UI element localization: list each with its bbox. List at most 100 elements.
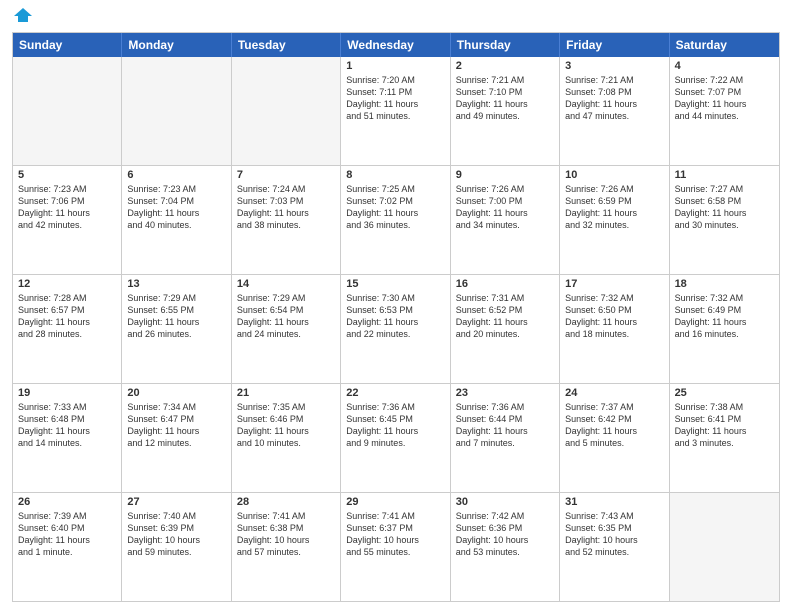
day-number: 5	[18, 169, 116, 181]
calendar-cell-0-1	[122, 57, 231, 165]
day-number: 31	[565, 496, 663, 508]
day-number: 2	[456, 60, 554, 72]
day-info-line-2: Daylight: 11 hours	[346, 317, 418, 327]
day-number: 12	[18, 278, 116, 290]
day-info-line-3: and 42 minutes.	[18, 220, 82, 230]
day-info-line-2: Daylight: 11 hours	[456, 99, 528, 109]
day-info-line-1: Sunset: 6:40 PM	[18, 523, 85, 533]
day-info-line-1: Sunset: 6:48 PM	[18, 414, 85, 424]
day-info-line-3: and 5 minutes.	[565, 438, 624, 448]
day-number: 18	[675, 278, 774, 290]
day-info: Sunrise: 7:23 AMSunset: 7:06 PMDaylight:…	[18, 183, 116, 232]
day-info-line-0: Sunrise: 7:29 AM	[127, 293, 196, 303]
header-day-tuesday: Tuesday	[232, 33, 341, 57]
day-info-line-3: and 18 minutes.	[565, 329, 629, 339]
header-day-wednesday: Wednesday	[341, 33, 450, 57]
calendar-cell-4-6	[670, 493, 779, 601]
day-info-line-2: Daylight: 11 hours	[18, 317, 90, 327]
day-info-line-3: and 49 minutes.	[456, 111, 520, 121]
calendar-cell-2-5: 17Sunrise: 7:32 AMSunset: 6:50 PMDayligh…	[560, 275, 669, 383]
day-info-line-3: and 53 minutes.	[456, 547, 520, 557]
day-number: 25	[675, 387, 774, 399]
day-info-line-2: Daylight: 10 hours	[456, 535, 529, 545]
day-info-line-1: Sunset: 7:02 PM	[346, 196, 413, 206]
day-info-line-0: Sunrise: 7:22 AM	[675, 75, 744, 85]
day-info-line-1: Sunset: 6:53 PM	[346, 305, 413, 315]
day-info-line-0: Sunrise: 7:37 AM	[565, 402, 634, 412]
day-info-line-1: Sunset: 6:57 PM	[18, 305, 85, 315]
day-info-line-3: and 3 minutes.	[675, 438, 734, 448]
day-info-line-0: Sunrise: 7:23 AM	[18, 184, 87, 194]
day-number: 13	[127, 278, 225, 290]
day-info-line-1: Sunset: 7:06 PM	[18, 196, 85, 206]
day-info-line-3: and 59 minutes.	[127, 547, 191, 557]
day-info-line-0: Sunrise: 7:33 AM	[18, 402, 87, 412]
day-number: 1	[346, 60, 444, 72]
day-info: Sunrise: 7:26 AMSunset: 7:00 PMDaylight:…	[456, 183, 554, 232]
day-info-line-0: Sunrise: 7:24 AM	[237, 184, 306, 194]
day-info-line-0: Sunrise: 7:40 AM	[127, 511, 196, 521]
day-info-line-2: Daylight: 10 hours	[237, 535, 310, 545]
day-number: 4	[675, 60, 774, 72]
day-info-line-1: Sunset: 6:54 PM	[237, 305, 304, 315]
day-info-line-1: Sunset: 6:47 PM	[127, 414, 194, 424]
day-info: Sunrise: 7:36 AMSunset: 6:45 PMDaylight:…	[346, 401, 444, 450]
day-info-line-3: and 38 minutes.	[237, 220, 301, 230]
calendar-cell-2-4: 16Sunrise: 7:31 AMSunset: 6:52 PMDayligh…	[451, 275, 560, 383]
day-info-line-2: Daylight: 10 hours	[565, 535, 638, 545]
day-info-line-0: Sunrise: 7:43 AM	[565, 511, 634, 521]
calendar-cell-2-1: 13Sunrise: 7:29 AMSunset: 6:55 PMDayligh…	[122, 275, 231, 383]
day-info-line-2: Daylight: 11 hours	[346, 426, 418, 436]
day-info-line-1: Sunset: 6:35 PM	[565, 523, 632, 533]
day-number: 29	[346, 496, 444, 508]
day-info: Sunrise: 7:27 AMSunset: 6:58 PMDaylight:…	[675, 183, 774, 232]
day-info-line-3: and 57 minutes.	[237, 547, 301, 557]
day-info-line-2: Daylight: 11 hours	[675, 99, 747, 109]
calendar-cell-3-0: 19Sunrise: 7:33 AMSunset: 6:48 PMDayligh…	[13, 384, 122, 492]
calendar-cell-0-6: 4Sunrise: 7:22 AMSunset: 7:07 PMDaylight…	[670, 57, 779, 165]
day-info-line-1: Sunset: 6:39 PM	[127, 523, 194, 533]
day-info-line-1: Sunset: 6:52 PM	[456, 305, 523, 315]
day-info-line-1: Sunset: 6:58 PM	[675, 196, 742, 206]
day-info-line-2: Daylight: 11 hours	[565, 99, 637, 109]
day-number: 26	[18, 496, 116, 508]
calendar-cell-2-2: 14Sunrise: 7:29 AMSunset: 6:54 PMDayligh…	[232, 275, 341, 383]
day-info: Sunrise: 7:20 AM Sunset: 7:11 PM Daylight:…	[346, 74, 444, 123]
day-number: 15	[346, 278, 444, 290]
day-number: 17	[565, 278, 663, 290]
day-info-line-0: Sunrise: 7:20 AM	[346, 75, 415, 85]
day-info-line-2: Daylight: 11 hours	[346, 99, 418, 109]
day-info-line-0: Sunrise: 7:30 AM	[346, 293, 415, 303]
day-info: Sunrise: 7:37 AMSunset: 6:42 PMDaylight:…	[565, 401, 663, 450]
day-info-line-0: Sunrise: 7:42 AM	[456, 511, 525, 521]
day-info: Sunrise: 7:34 AMSunset: 6:47 PMDaylight:…	[127, 401, 225, 450]
day-info-line-1: Sunset: 6:50 PM	[565, 305, 632, 315]
day-number: 11	[675, 169, 774, 181]
calendar-cell-0-5: 3Sunrise: 7:21 AMSunset: 7:08 PMDaylight…	[560, 57, 669, 165]
calendar-cell-1-3: 8Sunrise: 7:25 AMSunset: 7:02 PMDaylight…	[341, 166, 450, 274]
day-info-line-1: Sunset: 6:37 PM	[346, 523, 413, 533]
calendar-cell-4-1: 27Sunrise: 7:40 AMSunset: 6:39 PMDayligh…	[122, 493, 231, 601]
day-info: Sunrise: 7:29 AMSunset: 6:54 PMDaylight:…	[237, 292, 335, 341]
header	[12, 10, 780, 24]
day-info-line-3: and 12 minutes.	[127, 438, 191, 448]
day-info-line-3: and 26 minutes.	[127, 329, 191, 339]
day-info: Sunrise: 7:41 AMSunset: 6:38 PMDaylight:…	[237, 510, 335, 559]
day-info-line-1: Sunset: 7:11 PM	[346, 87, 412, 97]
calendar-cell-4-4: 30Sunrise: 7:42 AMSunset: 6:36 PMDayligh…	[451, 493, 560, 601]
day-info-line-0: Sunrise: 7:25 AM	[346, 184, 415, 194]
day-info-line-0: Sunrise: 7:41 AM	[346, 511, 415, 521]
day-info: Sunrise: 7:31 AMSunset: 6:52 PMDaylight:…	[456, 292, 554, 341]
calendar-cell-2-6: 18Sunrise: 7:32 AMSunset: 6:49 PMDayligh…	[670, 275, 779, 383]
calendar-cell-1-1: 6Sunrise: 7:23 AMSunset: 7:04 PMDaylight…	[122, 166, 231, 274]
header-day-thursday: Thursday	[451, 33, 560, 57]
day-info: Sunrise: 7:30 AM Sunset: 6:53 PM Daylight:…	[346, 292, 444, 341]
day-info-line-0: Sunrise: 7:34 AM	[127, 402, 196, 412]
day-info: Sunrise: 7:38 AMSunset: 6:41 PMDaylight:…	[675, 401, 774, 450]
calendar-body: 1 Sunrise: 7:20 AM Sunset: 7:11 PM Daylight…	[13, 57, 779, 601]
day-info: Sunrise: 7:41 AMSunset: 6:37 PMDaylight:…	[346, 510, 444, 559]
calendar-cell-4-0: 26Sunrise: 7:39 AMSunset: 6:40 PMDayligh…	[13, 493, 122, 601]
day-info-line-3: and 52 minutes.	[565, 547, 629, 557]
day-info-line-1: Sunset: 6:46 PM	[237, 414, 304, 424]
calendar-cell-1-6: 11 Sunrise: 7:27 AMSunset: 6:58 PMDayligh…	[670, 166, 779, 274]
